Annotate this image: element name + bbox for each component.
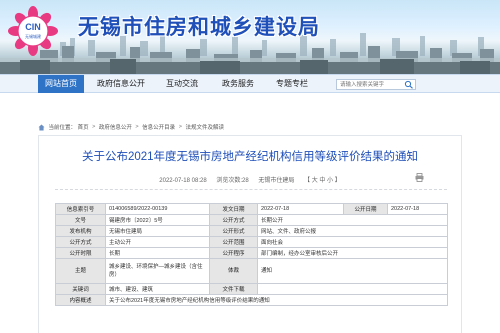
article-title: 关于公布2021年度无锡市房地产经纪机构信用等级评价结果的通知 (81, 151, 419, 163)
table-value: 014006589/2022-00139 (105, 203, 210, 215)
bureau-logo-emblem: CIN 无锡城建 (8, 6, 58, 56)
table-key: 公开时限 (55, 247, 106, 259)
table-value: 部门编制，经办公室审核后公开 (257, 247, 448, 259)
table-row: 文号 锡建房市〔2022〕5号 公开方式 长期公开 (55, 214, 448, 226)
article-source: 无锡市住建局 (258, 178, 295, 184)
table-key: 发布机构 (55, 225, 106, 237)
table-key: 公开日期 (343, 203, 388, 215)
table-row: 信息索引号 014006589/2022-00139 发文日期 2022-07-… (55, 203, 448, 215)
table-value: 锡建房市〔2022〕5号 (105, 214, 210, 226)
breadcrumb-separator: > (178, 124, 182, 130)
table-row: 公开方式 主动公开 公开范围 面向社会 (55, 236, 448, 248)
breadcrumb-item-catalog[interactable]: 信息公开目录 (142, 125, 175, 131)
location-icon (38, 124, 45, 130)
table-key: 体裁 (209, 258, 258, 284)
table-key: 内容概述 (55, 294, 106, 306)
table-key: 公开范围 (209, 236, 258, 248)
table-value: 主动公开 (105, 236, 210, 248)
publish-date: 2022-07-18 08:28 (159, 178, 207, 184)
table-row: 主题 城乡建设、环境保护—城乡建设（含住房） 体裁 通知 (55, 258, 448, 284)
document-info-table: 信息索引号 014006589/2022-00139 发文日期 2022-07-… (55, 203, 448, 306)
table-key: 主题 (55, 258, 106, 284)
table-value: 2022-07-18 (387, 203, 448, 215)
table-value: 无锡市住建局 (105, 225, 210, 237)
search-button[interactable] (404, 80, 414, 89)
nav-item-interaction[interactable]: 互动交流 (160, 75, 204, 93)
table-row: 公开时限 长期 公开程序 部门编制，经办公室审核后公开 (55, 247, 448, 259)
nav-item-home[interactable]: 网站首页 (38, 75, 84, 93)
table-value: 长期 (105, 247, 210, 259)
table-row: 发布机构 无锡市住建局 公开形式 网站、文件、政府公报 (55, 225, 448, 237)
view-count: 浏览次数:28 (216, 178, 249, 184)
logo-letters: CIN (25, 22, 41, 32)
table-value: 面向社会 (257, 236, 448, 248)
table-value: 城乡建设、环境保护—城乡建设（含住房） (105, 258, 210, 284)
table-key: 文号 (55, 214, 106, 226)
search-box (336, 79, 416, 90)
breadcrumb-separator: > (92, 124, 96, 130)
table-key: 关键词 (55, 283, 106, 295)
table-value: 网站、文件、政府公报 (257, 225, 448, 237)
search-input[interactable] (337, 80, 403, 89)
table-value: 长期公开 (257, 214, 448, 226)
breadcrumb-prefix: 当前位置： (48, 125, 77, 131)
search-icon (404, 80, 413, 89)
file-download-value[interactable] (257, 283, 448, 295)
site-title: 无锡市住房和城乡建设局 (78, 15, 320, 39)
breadcrumb: 当前位置： 首页 > 政府信息公开 > 信息公开目录 > 法规文件及解读 (38, 123, 224, 131)
table-row: 关键词 城市、建设、建筑 文件下载 (55, 283, 448, 295)
header-banner: CIN 无锡城建 无锡市住房和城乡建设局 (0, 0, 500, 74)
table-row: 内容概述 关于公布2021年度无锡市房地产经纪机构信用等级评价结果的通知 (55, 294, 448, 306)
breadcrumb-item-regulations[interactable]: 法规文件及解读 (185, 125, 224, 131)
table-value: 城市、建设、建筑 (105, 283, 210, 295)
table-value: 关于公布2021年度无锡市房地产经纪机构信用等级评价结果的通知 (105, 294, 448, 306)
table-key: 公开方式 (55, 236, 106, 248)
main-nav: 网站首页 政府信息公开 互动交流 政务服务 专题专栏 (0, 74, 500, 93)
nav-item-services[interactable]: 政务服务 (216, 75, 260, 93)
print-icon (415, 173, 424, 182)
table-key: 信息索引号 (55, 203, 106, 215)
logo-subtext: 无锡城建 (25, 33, 41, 39)
table-key: 发文日期 (209, 203, 258, 215)
table-value: 通知 (257, 258, 448, 284)
table-key: 公开程序 (209, 247, 258, 259)
table-value: 2022-07-18 (257, 203, 344, 215)
font-size-switcher[interactable]: 【 大 中 小 】 (304, 178, 341, 184)
title-divider (55, 189, 447, 190)
print-button[interactable] (415, 173, 424, 184)
breadcrumb-item-home[interactable]: 首页 (78, 125, 89, 131)
breadcrumb-item-gov-info[interactable]: 政府信息公开 (99, 125, 132, 131)
table-key: 文件下载 (209, 283, 258, 295)
table-key: 公开方式 (209, 214, 258, 226)
nav-item-topics[interactable]: 专题专栏 (270, 75, 314, 93)
nav-item-gov-info[interactable]: 政府信息公开 (94, 75, 148, 93)
breadcrumb-separator: > (135, 124, 139, 130)
table-key: 公开形式 (209, 225, 258, 237)
article-meta: 2022-07-18 08:28 浏览次数:28 无锡市住建局 【 大 中 小 … (0, 175, 500, 184)
